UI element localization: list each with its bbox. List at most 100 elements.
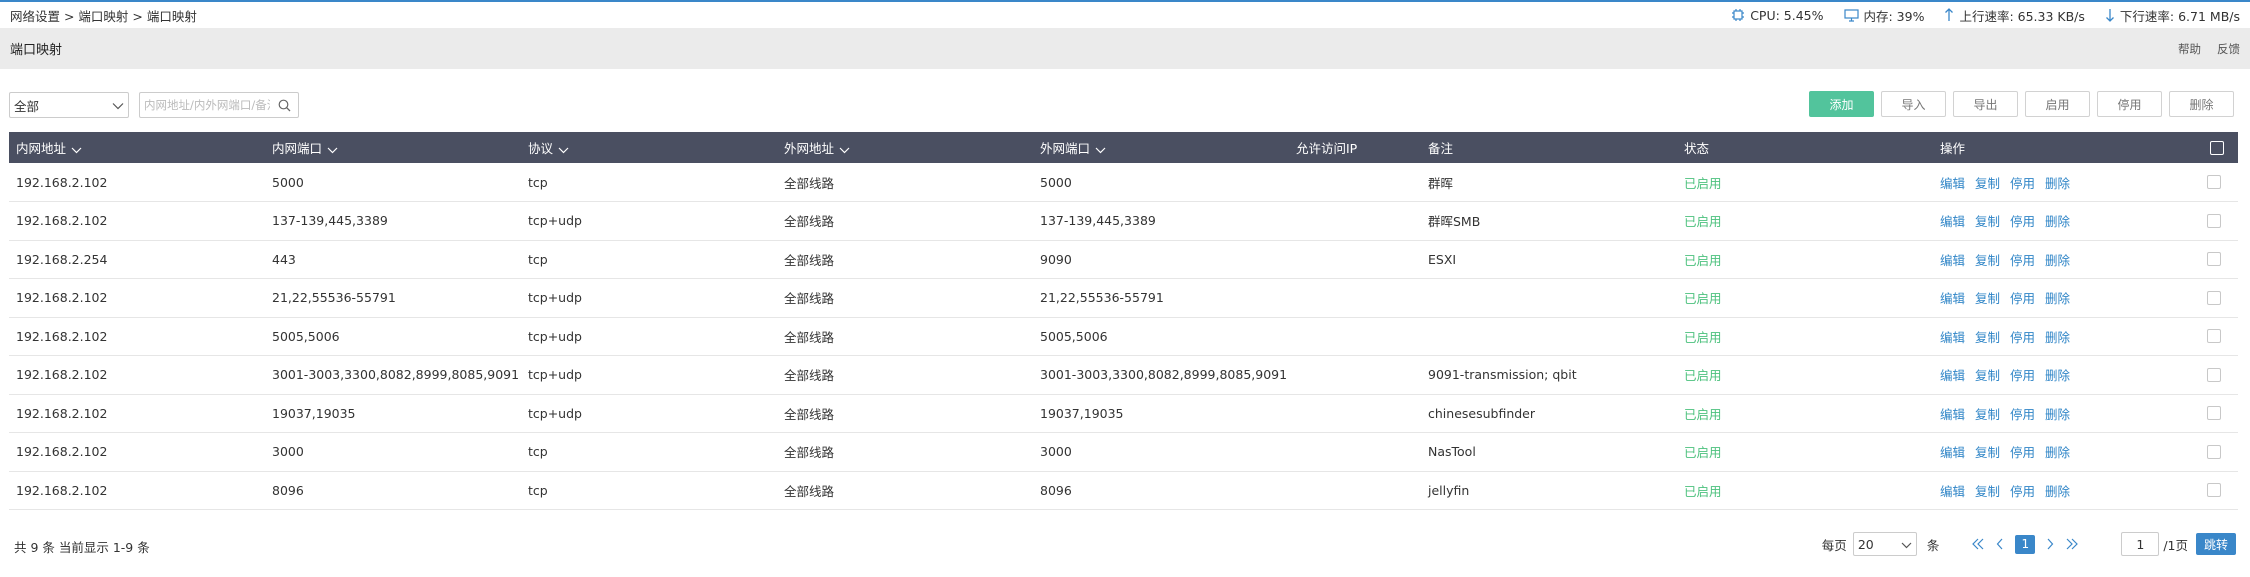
protocol-cell: tcp+udp <box>528 328 582 344</box>
feedback-link[interactable]: 反馈 <box>2217 41 2240 57</box>
edit-link[interactable]: 编辑 <box>1940 484 1965 499</box>
first-page-icon[interactable] <box>1967 538 1989 550</box>
enable-button[interactable]: 启用 <box>2025 91 2090 117</box>
col-actions: 操作 <box>1940 141 1966 156</box>
disable-link[interactable]: 停用 <box>2010 484 2035 499</box>
line-filter-select[interactable]: 全部 <box>9 92 129 118</box>
last-page-icon[interactable] <box>2061 538 2083 550</box>
col-internal-ip[interactable]: 内网地址 <box>9 132 265 163</box>
delete-link[interactable]: 删除 <box>2045 291 2070 306</box>
row-checkbox[interactable] <box>2206 483 2221 498</box>
row-checkbox[interactable] <box>2206 252 2221 267</box>
copy-link[interactable]: 复制 <box>1975 291 2000 306</box>
disable-link[interactable]: 停用 <box>2010 445 2035 460</box>
edit-link[interactable]: 编辑 <box>1940 214 1965 229</box>
internal-port-cell: 443 <box>272 251 296 267</box>
disable-link[interactable]: 停用 <box>2010 176 2035 191</box>
external-address-cell: 全部线路 <box>784 252 835 268</box>
disable-link[interactable]: 停用 <box>2010 330 2035 345</box>
upload-value: 上行速率: 65.33 KB/s <box>1959 8 2085 24</box>
select-all-checkbox[interactable] <box>2210 140 2224 155</box>
add-button[interactable]: 添加 <box>1809 91 1874 117</box>
actions-cell: 编辑 复制 停用 删除 <box>1933 471 2189 510</box>
copy-link[interactable]: 复制 <box>1975 368 2000 383</box>
status-cell: 已启用 <box>1684 483 1722 499</box>
import-button[interactable]: 导入 <box>1881 91 1946 117</box>
status-cell: 已启用 <box>1684 368 1722 384</box>
row-checkbox[interactable] <box>2206 444 2221 459</box>
delete-button[interactable]: 删除 <box>2169 91 2234 117</box>
edit-link[interactable]: 编辑 <box>1940 176 1965 191</box>
prev-page-icon[interactable] <box>1989 538 2011 550</box>
table-row: 192.168.2.102 5005,5006 tcp+udp 全部线路 5005,50… <box>9 317 2238 356</box>
delete-link[interactable]: 删除 <box>2045 214 2070 229</box>
disable-link[interactable]: 停用 <box>2010 368 2035 383</box>
per-page-select[interactable]: 20 <box>1852 532 1917 556</box>
protocol-cell: tcp <box>528 251 548 267</box>
go-button[interactable]: 跳转 <box>2196 533 2236 555</box>
edit-link[interactable]: 编辑 <box>1940 445 1965 460</box>
copy-link[interactable]: 复制 <box>1975 330 2000 345</box>
current-page[interactable]: 1 <box>2015 534 2036 554</box>
delete-link[interactable]: 删除 <box>2045 330 2070 345</box>
edit-link[interactable]: 编辑 <box>1940 253 1965 268</box>
delete-link[interactable]: 删除 <box>2045 253 2070 268</box>
disable-link[interactable]: 停用 <box>2010 253 2035 268</box>
delete-link[interactable]: 删除 <box>2045 176 2070 191</box>
help-link[interactable]: 帮助 <box>2178 41 2201 57</box>
row-checkbox[interactable] <box>2206 406 2221 421</box>
copy-link[interactable]: 复制 <box>1975 214 2000 229</box>
table-row: 192.168.2.102 8096 tcp 全部线路 8096 jellyfin 已启用 编… <box>9 471 2238 510</box>
edit-link[interactable]: 编辑 <box>1940 368 1965 383</box>
copy-link[interactable]: 复制 <box>1975 445 2000 460</box>
internal-port-cell: 19037,19035 <box>272 405 356 421</box>
memory-stat: 内存: 39% <box>1843 6 1924 25</box>
disable-link[interactable]: 停用 <box>2010 291 2035 306</box>
row-checkbox[interactable] <box>2206 367 2221 382</box>
external-port-cell: 21,22,55536-55791 <box>1040 290 1164 306</box>
external-port-cell: 5005,5006 <box>1040 328 1108 344</box>
disable-button[interactable]: 停用 <box>2097 91 2162 117</box>
col-protocol[interactable]: 协议 <box>521 132 777 163</box>
search-icon[interactable] <box>274 99 294 112</box>
select-cell <box>2189 433 2238 472</box>
chevron-down-icon <box>1901 537 1912 552</box>
internal-port-cell: 21,22,55536-55791 <box>272 290 396 306</box>
select-cell <box>2189 240 2238 279</box>
record-summary: 共 9 条 当前显示 1-9 条 <box>14 540 150 555</box>
edit-link[interactable]: 编辑 <box>1940 291 1965 306</box>
search-box <box>139 92 299 118</box>
copy-link[interactable]: 复制 <box>1975 484 2000 499</box>
page-number-input[interactable] <box>2121 532 2160 556</box>
export-button[interactable]: 导出 <box>1953 91 2018 117</box>
col-external-address[interactable]: 外网地址 <box>777 132 1033 163</box>
copy-link[interactable]: 复制 <box>1975 176 2000 191</box>
status-cell: 已启用 <box>1684 252 1722 268</box>
next-page-icon[interactable] <box>2039 538 2061 550</box>
row-checkbox[interactable] <box>2206 213 2221 228</box>
line-filter-value: 全部 <box>14 98 40 114</box>
copy-link[interactable]: 复制 <box>1975 253 2000 268</box>
edit-link[interactable]: 编辑 <box>1940 330 1965 345</box>
status-cell: 已启用 <box>1684 329 1722 345</box>
allowed-ip-cell <box>1289 240 1421 279</box>
internal-port-cell: 137-139,445,3389 <box>272 213 388 229</box>
row-checkbox[interactable] <box>2206 175 2221 189</box>
table-row: 192.168.2.102 3001-3003,3300,8082,8999,80… <box>9 356 2238 394</box>
disable-link[interactable]: 停用 <box>2010 214 2035 229</box>
delete-link[interactable]: 删除 <box>2045 445 2070 460</box>
disable-link[interactable]: 停用 <box>2010 407 2035 422</box>
edit-link[interactable]: 编辑 <box>1940 407 1965 422</box>
row-checkbox[interactable] <box>2206 290 2221 305</box>
copy-link[interactable]: 复制 <box>1975 407 2000 422</box>
external-port-cell: 137-139,445,3389 <box>1040 213 1156 229</box>
row-checkbox[interactable] <box>2206 329 2221 344</box>
col-external-port[interactable]: 外网端口 <box>1033 132 1289 163</box>
delete-link[interactable]: 删除 <box>2045 484 2070 499</box>
search-input[interactable] <box>140 94 274 116</box>
allowed-ip-cell <box>1289 163 1421 202</box>
col-internal-port[interactable]: 内网端口 <box>265 132 521 163</box>
page-total: /1页 <box>2163 537 2188 553</box>
delete-link[interactable]: 删除 <box>2045 407 2070 422</box>
delete-link[interactable]: 删除 <box>2045 368 2070 383</box>
